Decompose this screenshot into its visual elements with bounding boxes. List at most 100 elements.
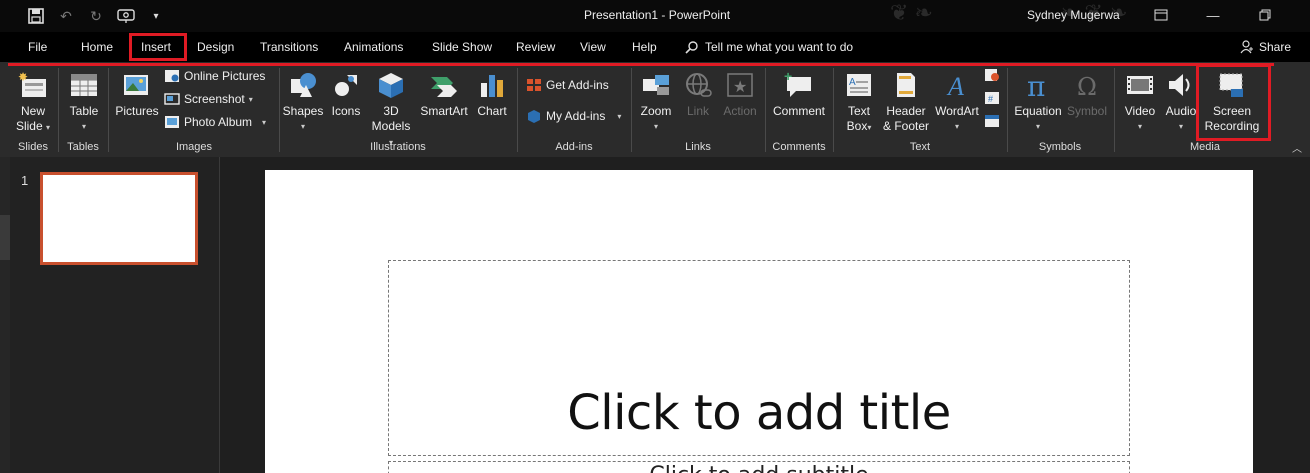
screenshot-icon: [164, 92, 180, 106]
zoom-button[interactable]: Zoom ▾: [637, 70, 675, 134]
slide-thumbnail[interactable]: [40, 172, 198, 265]
tab-slide-show[interactable]: Slide Show: [432, 40, 492, 54]
share-button[interactable]: Share: [1240, 40, 1291, 54]
equation-button[interactable]: π Equation ▾: [1012, 70, 1064, 134]
window-title: Presentation1 - PowerPoint: [584, 8, 731, 22]
chart-label: Chart: [477, 104, 507, 118]
customize-qat-icon[interactable]: ▾: [146, 6, 166, 26]
comment-icon: +: [783, 70, 815, 100]
group-divider: [1007, 68, 1008, 152]
left-strip: [0, 157, 10, 473]
tab-animations[interactable]: Animations: [344, 40, 403, 54]
my-addins-button[interactable]: My Add-ins ▾: [526, 109, 621, 123]
subtitle-placeholder[interactable]: Click to add subtitle: [388, 461, 1130, 473]
user-name[interactable]: Sydney Mugerwa: [1027, 8, 1120, 22]
ribbon-display-icon[interactable]: [1135, 4, 1187, 26]
dropdown-caret-icon: ▾: [954, 122, 959, 131]
my-addins-label: My Add-ins: [546, 109, 606, 123]
tab-file[interactable]: File: [28, 40, 47, 54]
group-label-text: Text: [909, 141, 931, 153]
tell-me-search[interactable]: Tell me what you want to do: [685, 40, 853, 54]
action-label: Action: [723, 104, 757, 118]
pi-equation-icon: π: [1022, 70, 1054, 100]
symbol-button[interactable]: Ω Symbol: [1066, 70, 1108, 119]
svg-text:✸: ✸: [18, 71, 28, 84]
film-video-icon: [1124, 70, 1156, 100]
close-icon[interactable]: ✕: [1291, 4, 1310, 26]
my-addins-icon: [526, 109, 542, 123]
person-icon: [1240, 40, 1253, 54]
tab-transitions[interactable]: Transitions: [260, 40, 318, 54]
action-button[interactable]: ★ Action: [720, 70, 760, 119]
video-button[interactable]: Video ▾: [1120, 70, 1160, 134]
dropdown-caret-icon: ▾: [248, 94, 253, 104]
touch-mode-icon[interactable]: [116, 6, 136, 26]
group-divider: [833, 68, 834, 152]
dropdown-caret-icon: ▾: [653, 122, 658, 131]
omega-symbol-icon: Ω: [1071, 70, 1103, 100]
shapes-icon: [287, 70, 319, 100]
3d-models-button[interactable]: 3D Models ▾: [368, 70, 414, 150]
insert-tab-highlight: [129, 33, 187, 61]
ribbon-highlight-line: [8, 63, 1274, 66]
dropdown-caret-icon: ▾: [81, 122, 86, 131]
smartart-button[interactable]: SmartArt: [419, 70, 469, 119]
comment-label: Comment: [772, 104, 825, 118]
link-button[interactable]: Link: [682, 70, 714, 119]
group-divider: [279, 68, 280, 152]
tab-help[interactable]: Help: [632, 40, 657, 54]
tab-home[interactable]: Home: [81, 40, 113, 54]
screenshot-button[interactable]: Screenshot ▾: [164, 92, 253, 106]
globe-link-icon: [682, 70, 714, 100]
tab-review[interactable]: Review: [516, 40, 555, 54]
ribbon-tabs: File Home Insert Design Transitions Anim…: [0, 32, 1310, 62]
date-time-icon[interactable]: [984, 68, 1000, 85]
chart-button[interactable]: Chart: [474, 70, 510, 119]
save-icon[interactable]: [26, 6, 46, 26]
slide-number-icon[interactable]: #: [984, 91, 1000, 108]
photo-album-button[interactable]: Photo Album ▾: [164, 115, 266, 129]
redo-icon[interactable]: ↻: [86, 6, 106, 26]
online-pictures-button[interactable]: Online Pictures: [164, 69, 265, 83]
dropdown-caret-icon: ▾: [1137, 122, 1142, 131]
audio-button[interactable]: Audio ▾: [1163, 70, 1199, 134]
dropdown-caret-icon: ▾: [867, 123, 872, 132]
icons-button[interactable]: Icons: [328, 70, 364, 119]
wordart-label: WordArt: [935, 104, 979, 118]
smartart-label: SmartArt: [420, 104, 468, 118]
wordart-button[interactable]: A WordArt ▾: [933, 70, 981, 134]
svg-text:Ω: Ω: [1077, 73, 1097, 99]
object-icon[interactable]: [984, 114, 1000, 131]
header-footer-label-2: & Footer: [882, 119, 930, 133]
tab-view[interactable]: View: [580, 40, 606, 54]
shapes-button[interactable]: Shapes ▾: [283, 70, 323, 134]
text-box-button[interactable]: A Text Box▾: [842, 70, 876, 135]
tab-design[interactable]: Design: [197, 40, 234, 54]
get-addins-button[interactable]: Get Add-ins: [526, 78, 609, 92]
undo-icon[interactable]: ↶: [56, 6, 76, 26]
dropdown-caret-icon: ▾: [46, 123, 51, 132]
video-label: Video: [1124, 104, 1156, 118]
title-placeholder[interactable]: Click to add title: [388, 260, 1130, 456]
left-strip-marker: [0, 215, 10, 260]
new-slide-button[interactable]: ✸ New Slide ▾: [14, 70, 52, 135]
svg-text:★: ★: [733, 79, 747, 96]
shapes-label: Shapes: [282, 104, 324, 118]
get-addins-label: Get Add-ins: [546, 78, 609, 92]
audio-label: Audio: [1165, 104, 1197, 118]
comment-button[interactable]: + Comment: [770, 70, 828, 119]
3d-models-label: 3D: [383, 104, 399, 118]
subtitle-placeholder-text: Click to add subtitle: [389, 463, 1129, 473]
pane-divider[interactable]: [219, 157, 220, 473]
pictures-button[interactable]: Pictures: [115, 70, 159, 119]
title-placeholder-text: Click to add title: [567, 385, 951, 441]
group-label-links: Links: [685, 141, 711, 153]
screen-recording-highlight: [1196, 64, 1271, 141]
3d-models-label-2-text: Models: [371, 119, 411, 133]
collapse-ribbon-icon[interactable]: ︿: [1292, 140, 1302, 155]
header-footer-button[interactable]: Header & Footer: [880, 70, 932, 134]
restore-icon[interactable]: [1239, 4, 1291, 26]
minimize-icon[interactable]: —: [1187, 4, 1239, 26]
table-button[interactable]: Table ▾: [66, 70, 102, 134]
chart-icon: [476, 70, 508, 100]
